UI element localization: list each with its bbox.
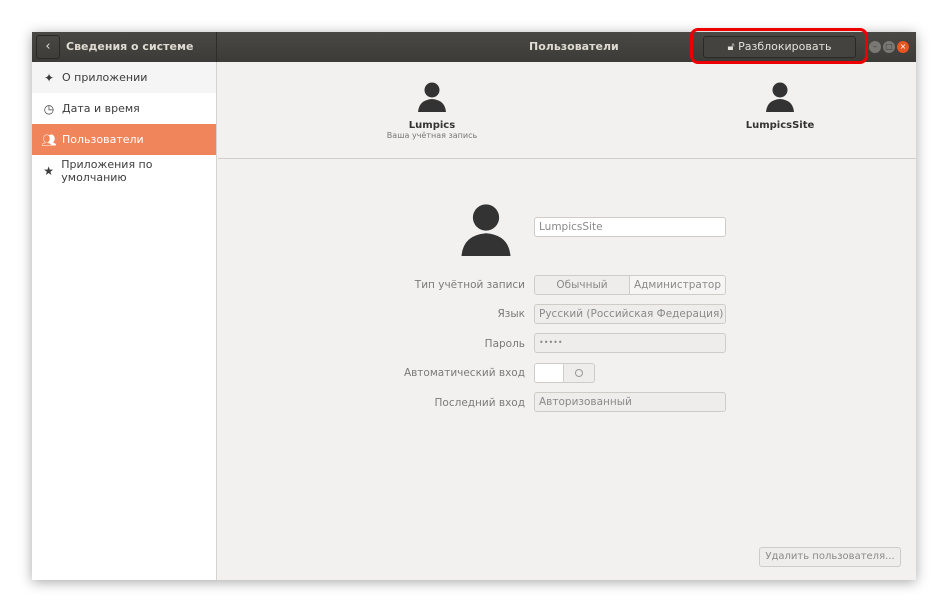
username-field[interactable]: LumpicsSite xyxy=(534,217,726,237)
highlight-annotation xyxy=(690,28,868,64)
account-type-toggle: Обычный Администратор xyxy=(534,275,726,295)
user-avatar-large[interactable] xyxy=(457,200,515,256)
avatar-icon xyxy=(766,82,794,112)
password-label: Пароль xyxy=(484,338,525,350)
sidebar-item-default-apps[interactable]: ★ Приложения по умолчанию xyxy=(32,155,216,186)
sidebar: ✦ О приложении ◷ Дата и время 👥︎ Пользовате… xyxy=(32,62,217,580)
password-field[interactable]: ••••• xyxy=(534,333,726,353)
account-type-label: Тип учётной записи xyxy=(414,279,525,291)
maximize-button[interactable]: □ xyxy=(883,41,895,53)
clock-icon: ◷ xyxy=(43,101,55,116)
user-card-lumpics[interactable]: Lumpics Ваша учётная запись xyxy=(352,80,512,140)
last-login-field[interactable]: Авторизованный xyxy=(534,392,726,412)
sidebar-item-datetime[interactable]: ◷ Дата и время xyxy=(32,93,216,124)
settings-window: ‹ Сведения о системе Пользователи 🔓︎ Раз… xyxy=(32,32,916,580)
users-icon: 👥︎ xyxy=(41,132,57,147)
off-indicator-icon xyxy=(575,369,583,377)
delete-user-button[interactable]: Удалить пользователя... xyxy=(759,547,901,567)
star-icon: ★ xyxy=(43,163,55,178)
sparkle-icon: ✦ xyxy=(43,70,55,85)
sidebar-item-users[interactable]: 👥︎ Пользователи xyxy=(32,124,216,155)
language-label: Язык xyxy=(497,308,525,320)
section-title: Сведения о системе xyxy=(66,40,194,53)
account-type-standard[interactable]: Обычный xyxy=(535,276,630,294)
last-login-label: Последний вход xyxy=(434,397,525,409)
autologin-label: Автоматический вход xyxy=(403,367,525,379)
minimize-button[interactable]: – xyxy=(869,41,881,53)
account-type-admin[interactable]: Администратор xyxy=(630,276,725,294)
back-button[interactable]: ‹ xyxy=(36,35,60,59)
user-card-lumpicssite[interactable]: LumpicsSite xyxy=(700,80,860,131)
autologin-switch[interactable] xyxy=(534,363,595,383)
page-title: Пользователи xyxy=(529,40,619,53)
close-button[interactable]: × xyxy=(897,41,909,53)
sidebar-item-about[interactable]: ✦ О приложении xyxy=(32,62,216,93)
avatar-icon xyxy=(418,82,446,112)
user-list: Lumpics Ваша учётная запись LumpicsSite xyxy=(218,62,916,159)
language-field[interactable]: Русский (Российская Федерация) xyxy=(534,304,726,324)
